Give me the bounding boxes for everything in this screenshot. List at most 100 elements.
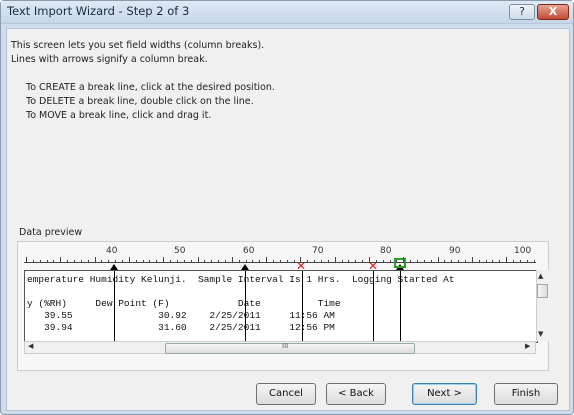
ruler-tick xyxy=(252,260,254,263)
instruction-delete: To DELETE a break line, double click on … xyxy=(26,96,254,107)
ruler-tick xyxy=(307,260,309,263)
ruler-tick xyxy=(149,260,151,263)
ruler-tick xyxy=(444,260,446,263)
preview-row: y (%RH) Dew Point (F) Date Time xyxy=(27,298,341,309)
ruler-tick xyxy=(67,260,69,263)
ruler-tick xyxy=(39,260,41,263)
finish-button[interactable]: Finish xyxy=(494,383,558,405)
ruler-tick xyxy=(348,260,350,263)
ruler-tick xyxy=(74,260,76,263)
vertical-scrollbar[interactable]: ▲ ▼ xyxy=(536,270,549,341)
data-preview-frame: 40 50 60 70 80 90 100 ✕ ✕ emperature Hum… xyxy=(17,241,549,371)
column-break-line[interactable] xyxy=(373,271,374,342)
cancel-button[interactable]: Cancel xyxy=(256,383,316,405)
column-break-line[interactable] xyxy=(302,271,303,342)
ruler-tick xyxy=(355,260,357,263)
ruler-tick xyxy=(108,260,110,263)
ruler-tick xyxy=(197,257,199,263)
ruler-tick xyxy=(218,260,220,263)
ruler-tick xyxy=(170,260,172,263)
ruler-tick xyxy=(94,257,96,263)
vertical-scroll-thumb[interactable] xyxy=(537,284,548,298)
help-button[interactable]: ? xyxy=(509,4,535,20)
ruler-tick xyxy=(122,260,124,263)
ruler-number: 70 xyxy=(312,246,324,256)
ruler-tick xyxy=(417,260,419,263)
instruction-move: To MOVE a break line, click and drag it. xyxy=(26,110,212,121)
ruler-tick xyxy=(245,260,247,263)
horizontal-scrollbar[interactable]: ◀ III ▶ xyxy=(24,341,536,354)
ruler-tick xyxy=(478,260,480,263)
ruler-tick xyxy=(410,260,412,263)
data-preview-grid[interactable]: emperature Humidity Kelunji. Sample Inte… xyxy=(24,270,538,343)
scroll-up-arrow-icon[interactable]: ▲ xyxy=(538,272,543,280)
scroll-down-arrow-icon[interactable]: ▼ xyxy=(538,330,543,338)
ruler-tick xyxy=(403,257,405,263)
scroll-left-arrow-icon[interactable]: ◀ xyxy=(28,342,33,350)
column-break-line[interactable] xyxy=(400,271,401,342)
intro-line-2: Lines with arrows signify a column break… xyxy=(11,54,208,65)
close-button[interactable]: X xyxy=(537,4,569,20)
ruler-number: 50 xyxy=(174,246,186,256)
ruler-tick xyxy=(163,257,165,263)
ruler-tick xyxy=(396,260,398,263)
ruler-tick xyxy=(135,260,137,263)
scroll-grip-icon: III xyxy=(282,342,289,350)
text-import-wizard-window: Text Import Wizard - Step 2 of 3 ? X Thi… xyxy=(0,0,574,415)
column-break-line[interactable] xyxy=(245,271,246,342)
ruler-number: 80 xyxy=(380,246,392,256)
ruler-number: 40 xyxy=(106,246,118,256)
ruler-number: 100 xyxy=(514,246,532,256)
ruler-tick xyxy=(279,260,281,263)
ruler-tick xyxy=(423,260,425,263)
ruler-tick xyxy=(437,257,439,263)
back-button[interactable]: < Back xyxy=(326,383,386,405)
scroll-right-arrow-icon[interactable]: ▶ xyxy=(525,342,530,350)
ruler-tick xyxy=(458,260,460,263)
ruler-tick xyxy=(471,257,473,263)
ruler-tick xyxy=(26,257,27,263)
ruler-tick xyxy=(519,260,521,263)
column-ruler[interactable]: 40 50 60 70 80 90 100 ✕ ✕ xyxy=(24,244,536,273)
ruler-tick xyxy=(266,257,268,263)
ruler-tick xyxy=(293,260,295,263)
ruler-tick xyxy=(382,260,384,263)
ruler-tick xyxy=(176,260,178,263)
ruler-tick xyxy=(513,260,515,263)
ruler-tick xyxy=(286,260,288,263)
window-title: Text Import Wizard - Step 2 of 3 xyxy=(7,4,190,18)
ruler-tick xyxy=(334,257,336,263)
ruler-tick xyxy=(231,257,233,263)
ruler-tick xyxy=(341,260,343,263)
ruler-tick xyxy=(115,260,117,263)
ruler-tick xyxy=(190,260,192,263)
ruler-tick xyxy=(259,260,261,263)
ruler-tick xyxy=(375,260,377,263)
ruler-tick xyxy=(32,260,34,263)
column-break-line[interactable] xyxy=(114,271,115,342)
ruler-tick xyxy=(533,260,535,263)
preview-row: 39.94 31.60 2/25/2011 12:56 PM xyxy=(27,322,335,333)
ruler-tick xyxy=(101,260,103,263)
ruler-tick xyxy=(53,260,55,263)
title-bar: Text Import Wizard - Step 2 of 3 ? X xyxy=(1,1,573,24)
ruler-tick xyxy=(156,260,158,263)
ruler-tick xyxy=(320,260,322,263)
ruler-tick xyxy=(389,260,391,263)
ruler-tick xyxy=(451,260,453,263)
ruler-tick xyxy=(499,260,501,263)
preview-row: 39.55 30.92 2/25/2011 11:56 AM xyxy=(27,310,335,321)
ruler-tick xyxy=(327,260,329,263)
horizontal-scroll-thumb[interactable]: III xyxy=(165,342,415,354)
next-button[interactable]: Next > xyxy=(412,383,477,405)
ruler-tick xyxy=(211,260,213,263)
ruler-tick xyxy=(506,257,508,263)
ruler-tick xyxy=(142,260,144,263)
ruler-tick xyxy=(485,260,487,263)
ruler-tick xyxy=(183,260,185,263)
preview-row: emperature Humidity Kelunji. Sample Inte… xyxy=(27,274,455,285)
ruler-tick xyxy=(362,260,364,263)
ruler-tick xyxy=(60,257,62,263)
ruler-number: 90 xyxy=(449,246,461,256)
ruler-tick xyxy=(492,260,494,263)
